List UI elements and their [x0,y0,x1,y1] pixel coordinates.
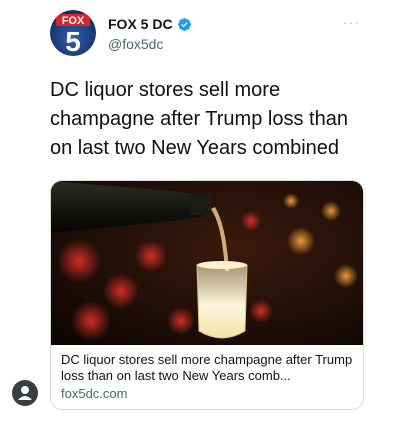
card-title[interactable]: DC liquor stores sell more champagne aft… [61,352,353,384]
logo-number-text: 5 [65,26,81,56]
user-avatar-icon[interactable] [12,380,38,406]
link-preview-card[interactable]: DC liquor stores sell more champagne aft… [50,180,364,410]
display-name[interactable]: FOX 5 DC [108,16,173,32]
account-avatar[interactable]: FOX 5 [50,10,96,56]
tweet-text: DC liquor stores sell more champagne aft… [50,79,348,159]
card-image [51,181,363,345]
name-row: FOX 5 DC [108,16,192,32]
verified-badge-icon [177,17,192,32]
card-body: DC liquor stores sell more champagne aft… [51,345,363,409]
more-options-icon[interactable]: ··· [343,14,360,30]
card-domain[interactable]: fox5dc.com [61,386,353,402]
tweet-container[interactable]: FOX 5 FOX 5 DC @fox5dc ··· DC liquor sto… [0,0,414,426]
fox5-logo-icon: FOX 5 [50,10,96,56]
account-handle[interactable]: @fox5dc [108,36,163,52]
